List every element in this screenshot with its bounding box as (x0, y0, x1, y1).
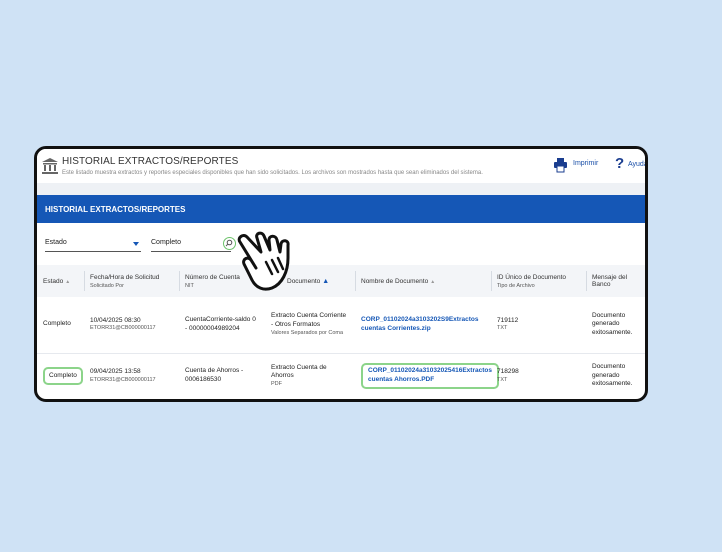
col-header-estado[interactable]: Estado ▲ (37, 265, 84, 297)
filter-search-input[interactable]: Completo (151, 239, 231, 252)
cell-cuenta: CuentaCorriente-saldo 0 - 00000004989204 (185, 315, 256, 332)
header-divider (37, 183, 645, 195)
filter-field-select[interactable]: Estado (45, 239, 141, 252)
reports-table: Estado ▲ Fecha/Hora de Solicitud Solicitad… (37, 265, 645, 399)
cell-nombre: CORP_01102024a31032025416Extractos cuent… (355, 353, 499, 399)
section-header: HISTORIAL EXTRACTOS/REPORTES (37, 195, 645, 223)
search-icon (225, 239, 233, 247)
chevron-down-icon (133, 242, 139, 246)
cell-fecha: 10/04/2025 08:30 ETORR31@CB000000117 (90, 316, 156, 332)
sort-icon[interactable]: ▲ (430, 279, 435, 285)
document-download-link[interactable]: CORP_01102024a3103202S9Extractos cuentas… (361, 316, 478, 332)
cell-id: 718298 TXT (497, 367, 519, 383)
table-row[interactable]: Completo 09/04/2025 13:58 ETORR31@CB00000… (37, 353, 645, 399)
cell-cuenta: Cuenta de Ahorros - 0006186530 (185, 367, 244, 383)
help-button[interactable]: Ayuda (628, 161, 645, 168)
hand-pointer-icon (237, 231, 290, 291)
cell-estado: Completo (37, 353, 84, 399)
print-icon[interactable] (553, 157, 568, 173)
filter-search-value: Completo (151, 239, 181, 246)
cell-estado: Completo (43, 320, 71, 328)
col-header-nombre[interactable]: Nombre de Documento ▲ (355, 265, 491, 297)
cell-fecha: 09/04/2025 13:58 ETORR31@CB000000117 (90, 367, 156, 383)
filter-field-value: Estado (45, 239, 67, 246)
table-row[interactable]: Completo 10/04/2025 08:30 ETORR31@CB00000… (37, 297, 645, 353)
app-window: HISTORIAL EXTRACTOS/REPORTES Este listad… (34, 146, 648, 402)
col-header-mensaje: Mensaje del Banco (586, 265, 645, 297)
cell-tipo: Extracto Cuenta Corriente - Otros Format… (271, 312, 347, 336)
sort-icon[interactable]: ▲ (65, 279, 70, 285)
cell-mensaje: Documento generado exitosamente. (592, 362, 633, 388)
cell-nombre: CORP_01102024a3103202S9Extractos cuentas… (355, 297, 491, 353)
page-subtitle: Este listado muestra extractos y reporte… (62, 170, 483, 176)
bank-icon (42, 158, 58, 174)
section-title: HISTORIAL EXTRACTOS/REPORTES (45, 205, 186, 214)
cell-id: 719112 TXT (497, 316, 519, 332)
status-badge: Completo (43, 366, 83, 386)
page-title: HISTORIAL EXTRACTOS/REPORTES (62, 156, 239, 167)
help-icon[interactable]: ? (615, 155, 624, 172)
print-button[interactable]: Imprimir (573, 160, 598, 167)
sort-icon[interactable]: ▲ (322, 278, 329, 285)
cell-mensaje: Documento generado exitosamente. (592, 311, 633, 337)
col-header-id[interactable]: ID Único de Documento Tipo de Archivo (491, 265, 586, 297)
cell-tipo: Extracto Cuenta de Ahorros PDF (271, 363, 327, 388)
col-header-fecha[interactable]: Fecha/Hora de Solicitud Solicitado Por (84, 265, 179, 297)
document-download-link[interactable]: CORP_01102024a31032025416Extractos cuent… (368, 367, 492, 383)
table-header-row: Estado ▲ Fecha/Hora de Solicitud Solicitad… (37, 265, 645, 297)
search-button[interactable] (223, 237, 236, 250)
